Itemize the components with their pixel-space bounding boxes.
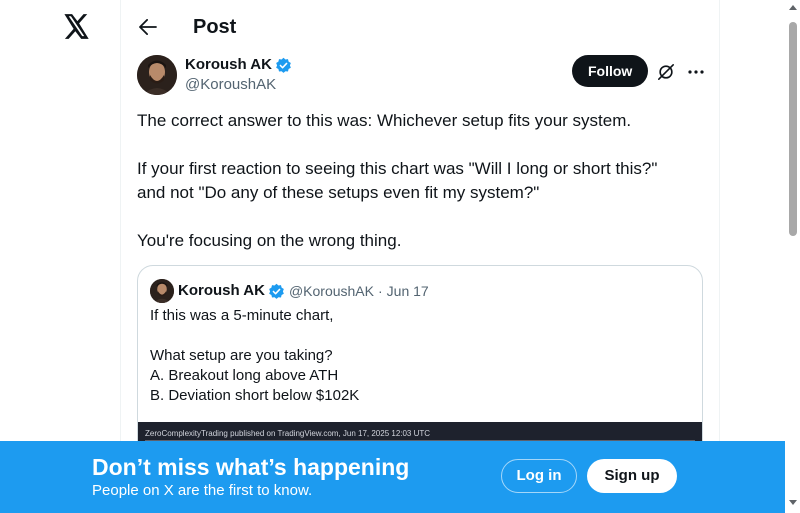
login-button[interactable]: Log in — [501, 459, 577, 493]
verified-badge-icon — [269, 283, 284, 299]
top-bar: Post — [121, 0, 719, 53]
quoted-paragraph — [150, 326, 690, 346]
quoted-author-name: Koroush AK — [178, 282, 265, 299]
tweet-paragraph: The correct answer to this was: Whicheve… — [137, 111, 632, 130]
banner-title: Don’t miss what’s happening — [92, 454, 410, 480]
quoted-paragraph: What setup are you taking? — [150, 347, 333, 364]
tweet-author: Koroush AK @KoroushAK Follow — [137, 55, 707, 97]
follow-button[interactable]: Follow — [572, 55, 649, 87]
quoted-author-handle: @KoroushAK — [288, 283, 374, 299]
arrow-left-icon — [139, 19, 157, 35]
quoted-paragraph: If this was a 5-minute chart, — [150, 307, 334, 324]
tweet-paragraph: and not "Do any of these setups even fit… — [137, 183, 540, 202]
scrollbar[interactable] — [785, 0, 800, 513]
quoted-tweet-text: If this was a 5-minute chart, What setup… — [150, 306, 690, 406]
author-name[interactable]: Koroush AK — [185, 56, 292, 74]
quoted-paragraph: B. Deviation short below $102K — [150, 387, 360, 404]
signup-banner: Don’t miss what’s happening People on X … — [0, 441, 785, 513]
x-logo-icon[interactable] — [61, 11, 91, 41]
quoted-avatar — [150, 279, 174, 303]
quoted-date: Jun 17 — [386, 283, 429, 299]
author-name-text: Koroush AK — [185, 56, 272, 73]
verified-badge-icon — [276, 57, 291, 73]
main-column: Post Koroush AK @KoroushAK Follow The co… — [120, 0, 720, 513]
tweet-paragraph: You're focusing on the wrong thing. — [137, 231, 402, 250]
scroll-up-icon[interactable] — [789, 5, 797, 10]
more-horizontal-icon — [688, 70, 704, 74]
quoted-tweet-header: Koroush AK @KoroushAK · Jun 17 — [150, 279, 429, 303]
quoted-paragraph: A. Breakout long above ATH — [150, 367, 339, 384]
more-options-button[interactable] — [685, 61, 707, 83]
tweet-paragraph — [137, 133, 697, 157]
dot-separator: · — [378, 283, 383, 299]
page-title: Post — [193, 16, 237, 38]
tweet-text: The correct answer to this was: Whicheve… — [137, 109, 697, 253]
scrollbar-thumb[interactable] — [789, 22, 797, 236]
scroll-down-icon[interactable] — [789, 500, 797, 505]
left-nav — [0, 0, 121, 513]
banner-subtitle: People on X are the first to know. — [92, 482, 313, 499]
grok-button[interactable] — [655, 61, 677, 83]
signup-button[interactable]: Sign up — [587, 459, 677, 493]
back-button[interactable] — [135, 14, 161, 40]
page: Post Koroush AK @KoroushAK Follow The co… — [0, 0, 800, 513]
chart-caption: ZeroComplexityTrading published on Tradi… — [145, 429, 431, 438]
grok-icon — [657, 63, 675, 81]
tweet-paragraph — [137, 205, 697, 229]
author-handle[interactable]: @KoroushAK — [185, 76, 276, 94]
avatar[interactable] — [137, 55, 177, 95]
tweet-paragraph: If your first reaction to seeing this ch… — [137, 159, 658, 178]
